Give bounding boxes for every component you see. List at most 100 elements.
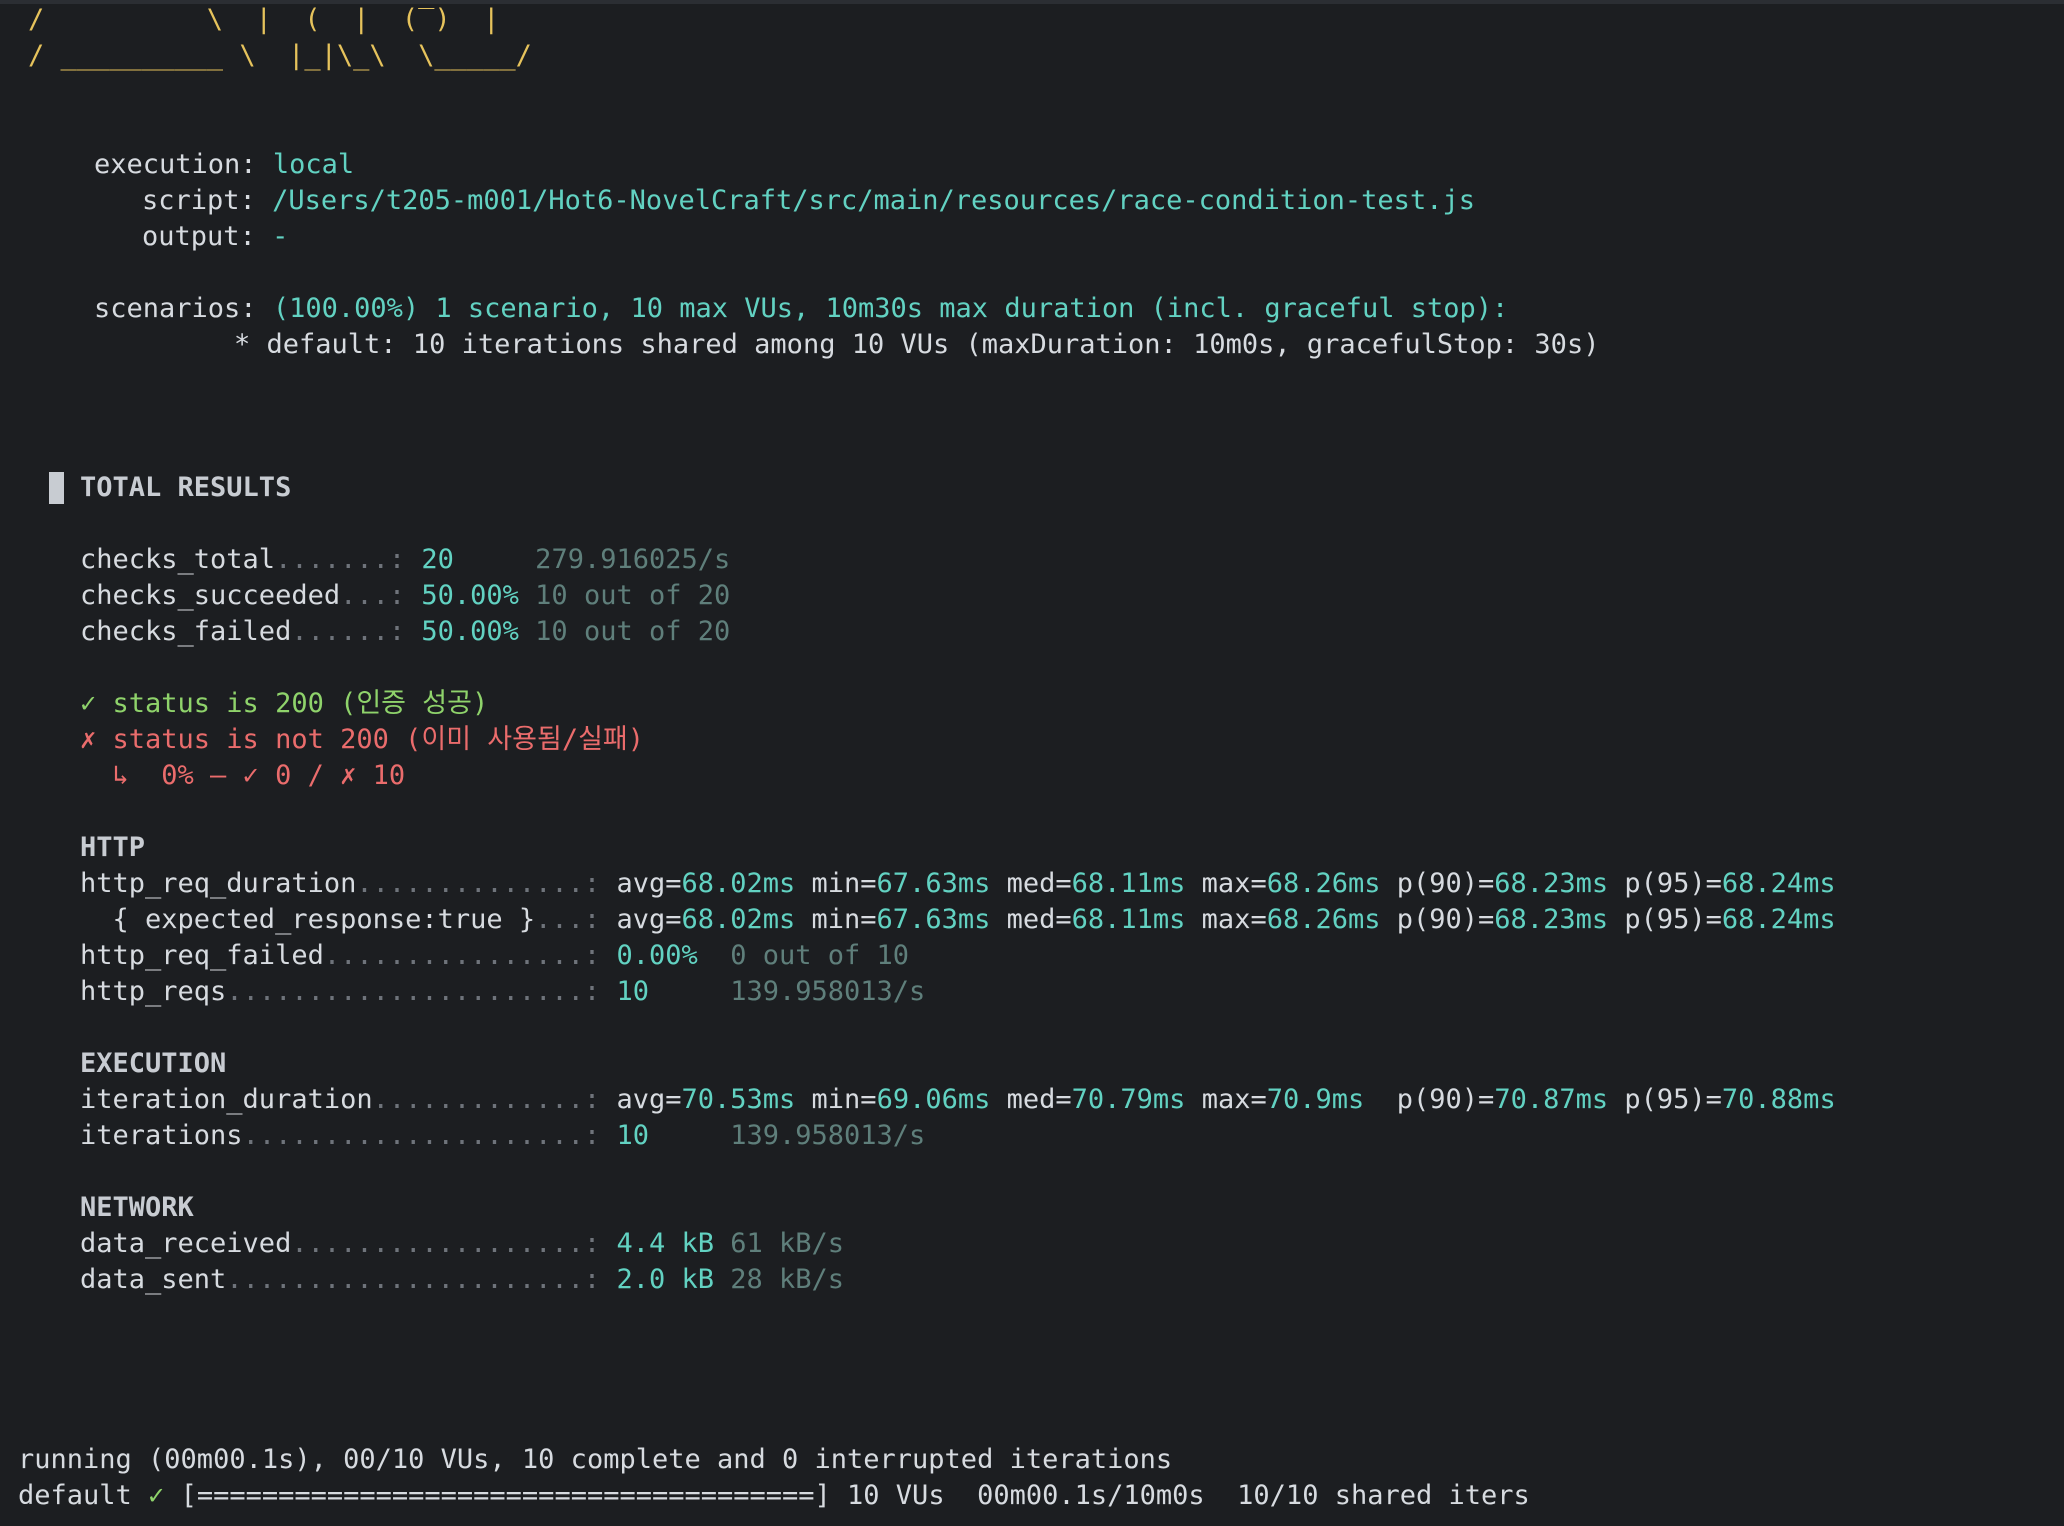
- stat-key: p(90)=: [1380, 868, 1495, 899]
- scenario-default-row: * default: 10 iterations shared among 10…: [234, 329, 1600, 360]
- total-results-title: TOTAL RESULTS: [80, 472, 292, 503]
- stat-key: med=: [990, 1084, 1072, 1115]
- scenarios-label: scenarios:: [94, 293, 257, 324]
- metric-name: { expected_response:true }: [80, 904, 536, 935]
- metric-checks-failed: checks_failed......: 50.00% 10 out of 20: [80, 614, 730, 650]
- metric-name: checks_succeeded: [80, 580, 341, 611]
- metric-dots: ...:: [535, 904, 617, 935]
- stat-value: 68.02ms: [681, 868, 796, 899]
- metric-name: iteration_duration: [80, 1084, 373, 1115]
- stat-key: avg=: [616, 904, 682, 935]
- stat-key: max=: [1185, 1084, 1267, 1115]
- metric-extra: 10 out of 20: [518, 616, 731, 647]
- stat-value: 70.79ms: [1071, 1084, 1186, 1115]
- metric-data-received: data_received..................: 4.4 kB …: [80, 1226, 844, 1262]
- stat-key: avg=: [616, 1084, 682, 1115]
- metric-value: 50.00%: [421, 580, 519, 611]
- metric-iteration-duration: iteration_duration.............: avg=70.…: [80, 1082, 1836, 1118]
- metric-value: 4.4 kB: [616, 1228, 714, 1259]
- execution-section-title: EXECUTION: [80, 1048, 227, 1079]
- stat-key: p(90)=: [1364, 1084, 1495, 1115]
- metric-name: http_reqs: [80, 976, 227, 1007]
- metric-name: checks_total: [80, 544, 276, 575]
- metric-dots: .....................:: [242, 1120, 617, 1151]
- output-row: output: -: [142, 219, 288, 255]
- metric-extra: 279.916025/s: [453, 544, 731, 575]
- script-label: script:: [142, 185, 256, 216]
- stat-value: 70.88ms: [1721, 1084, 1836, 1115]
- execution-label: execution:: [94, 149, 257, 180]
- metric-extra: 0 out of 10: [697, 940, 910, 971]
- stat-value: 70.87ms: [1494, 1084, 1609, 1115]
- metric-dots: ......................:: [226, 976, 617, 1007]
- stat-key: min=: [795, 904, 877, 935]
- stat-value: 70.9ms: [1266, 1084, 1365, 1115]
- progress-bar-text: [======================================]…: [164, 1480, 1530, 1511]
- execution-row: execution: local: [94, 147, 354, 183]
- stat-key: med=: [990, 904, 1072, 935]
- metric-name: data_sent: [80, 1264, 227, 1295]
- metric-name: data_received: [80, 1228, 292, 1259]
- stat-key: p(90)=: [1380, 904, 1495, 935]
- output-label: output:: [142, 221, 256, 252]
- running-status-line: running (00m00.1s), 00/10 VUs, 10 comple…: [18, 1444, 1173, 1475]
- metric-value: 50.00%: [421, 616, 519, 647]
- stat-value: 67.63ms: [876, 868, 991, 899]
- metric-data-sent: data_sent......................: 2.0 kB …: [80, 1262, 844, 1298]
- metric-iterations: iterations.....................: 10 139.…: [80, 1118, 925, 1154]
- http-section-title: HTTP: [80, 832, 146, 863]
- stat-key: med=: [990, 868, 1072, 899]
- metric-dots: ................:: [323, 940, 617, 971]
- execution-value: local: [272, 149, 355, 180]
- stat-value: 68.24ms: [1721, 868, 1836, 899]
- metric-name: http_req_duration: [80, 868, 357, 899]
- stat-value: 68.26ms: [1266, 868, 1381, 899]
- metric-http-req-failed: http_req_failed................: 0.00% 0…: [80, 938, 909, 974]
- stat-value: 68.11ms: [1071, 868, 1186, 899]
- stat-value: 68.26ms: [1266, 904, 1381, 935]
- metric-name: checks_failed: [80, 616, 292, 647]
- stat-value: 68.23ms: [1494, 868, 1609, 899]
- output-value: -: [272, 221, 289, 252]
- metric-name: iterations: [80, 1120, 243, 1151]
- metric-value: 10: [616, 976, 649, 1007]
- stat-value: 67.63ms: [876, 904, 991, 935]
- ascii-logo-line-2: / __________ \ |_|\_\ \_____/: [28, 40, 532, 71]
- stat-key: p(95)=: [1608, 904, 1722, 935]
- stat-value: 69.06ms: [876, 1084, 991, 1115]
- metric-value: 10: [616, 1120, 649, 1151]
- script-row: script: /Users/t205-m001/Hot6-NovelCraft…: [142, 183, 1475, 219]
- stat-key: max=: [1185, 868, 1267, 899]
- metric-value: 20: [421, 544, 454, 575]
- metric-name: http_req_failed: [80, 940, 324, 971]
- check-fail-line: ✗ status is not 200 (이미 사용됨/실패): [80, 724, 645, 755]
- metric-dots: ...:: [340, 580, 422, 611]
- metric-extra: 10 out of 20: [518, 580, 731, 611]
- script-path: /Users/t205-m001/Hot6-NovelCraft/src/mai…: [272, 185, 1475, 216]
- scenario-name: default: [18, 1480, 132, 1511]
- stat-key: max=: [1185, 904, 1267, 935]
- progress-line: default ✓ [=============================…: [18, 1478, 1530, 1514]
- metric-checks-succeeded: checks_succeeded...: 50.00% 10 out of 20: [80, 578, 730, 614]
- metric-http-reqs: http_reqs......................: 10 139.…: [80, 974, 925, 1010]
- network-section-title: NETWORK: [80, 1192, 194, 1223]
- stat-value: 68.02ms: [681, 904, 796, 935]
- metric-dots: ..................:: [291, 1228, 617, 1259]
- metric-checks-total: checks_total.......: 20 279.916025/s: [80, 542, 730, 578]
- check-fail-detail: ↳ 0% — ✓ 0 / ✗ 10: [80, 760, 406, 791]
- stat-key: p(95)=: [1608, 868, 1722, 899]
- metric-dots: .............:: [372, 1084, 617, 1115]
- metric-dots: ..............:: [356, 868, 617, 899]
- metric-extra: 139.958013/s: [648, 976, 926, 1007]
- metric-extra: 139.958013/s: [648, 1120, 926, 1151]
- check-pass-line: ✓ status is 200 (인증 성공): [80, 688, 489, 719]
- stat-key: min=: [795, 868, 877, 899]
- metric-extra: 61 kB/s: [713, 1228, 845, 1259]
- scenarios-row: scenarios: (100.00%) 1 scenario, 10 max …: [94, 291, 1508, 327]
- metric-value: 2.0 kB: [616, 1264, 714, 1295]
- metric-expected-response: { expected_response:true }...: avg=68.02…: [80, 902, 1836, 938]
- stat-value: 70.53ms: [681, 1084, 796, 1115]
- stat-value: 68.24ms: [1721, 904, 1836, 935]
- ascii-logo-line-1: / \ | ( | (‾) |: [28, 4, 500, 35]
- metric-value: 0.00%: [616, 940, 698, 971]
